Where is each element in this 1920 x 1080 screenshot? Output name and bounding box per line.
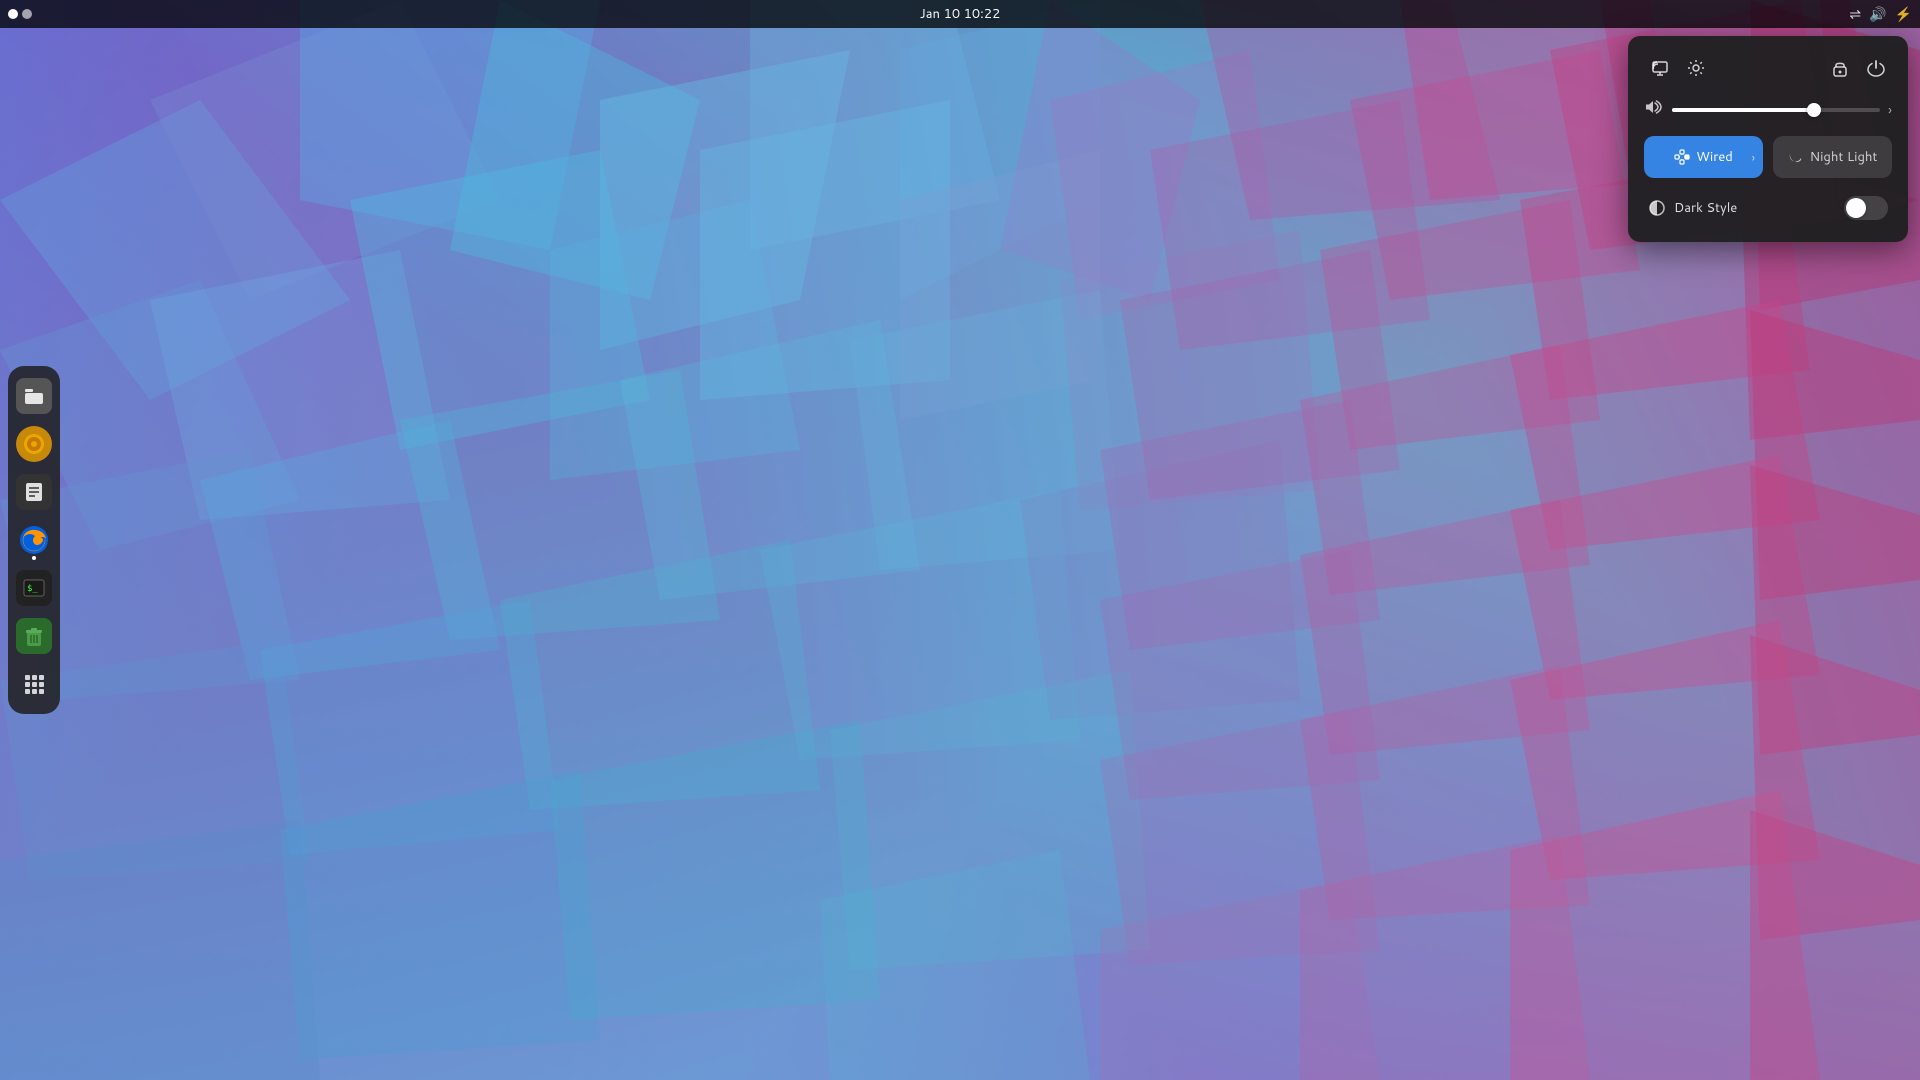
lock-icon bbox=[1832, 59, 1848, 77]
qs-lock-icon-btn[interactable] bbox=[1824, 52, 1856, 84]
settings-gear-icon bbox=[1687, 59, 1705, 77]
qs-wired-button[interactable]: Wired › bbox=[1644, 136, 1763, 178]
qs-top-row bbox=[1644, 52, 1892, 84]
topbar: Jan 10 10:22 ⇌ 🔊 ⚡ bbox=[0, 0, 1920, 28]
sidebar-item-apps-grid[interactable] bbox=[12, 662, 56, 706]
sidebar-item-media[interactable] bbox=[12, 422, 56, 466]
workspace-dot-1[interactable] bbox=[8, 9, 18, 19]
topbar-right-icons: ⇌ 🔊 ⚡ bbox=[1849, 4, 1912, 24]
clock-date: Jan 10 10:22 bbox=[920, 5, 1001, 23]
volume-expand-arrow[interactable]: › bbox=[1888, 100, 1892, 120]
battery-icon[interactable]: ⚡ bbox=[1895, 4, 1912, 24]
screen-cast-icon bbox=[1651, 59, 1669, 77]
contacts-icon bbox=[22, 480, 46, 504]
qs-right-icons bbox=[1824, 52, 1892, 84]
sidebar-item-files[interactable] bbox=[12, 374, 56, 418]
files-icon bbox=[22, 384, 46, 408]
wired-button-label: Wired bbox=[1696, 148, 1733, 166]
qs-settings-icon-btn[interactable] bbox=[1680, 52, 1712, 84]
volume-slider[interactable] bbox=[1672, 108, 1880, 112]
sidebar-item-terminal[interactable]: $_ bbox=[12, 566, 56, 610]
svg-text:$_: $_ bbox=[27, 584, 38, 594]
dark-style-label: Dark Style bbox=[1674, 199, 1737, 217]
speaker-icon bbox=[1644, 98, 1662, 116]
dark-style-left: Dark Style bbox=[1648, 199, 1737, 217]
qs-power-icon-btn[interactable] bbox=[1860, 52, 1892, 84]
volume-status-icon[interactable]: 🔊 bbox=[1869, 4, 1886, 24]
night-light-button-label: Night Light bbox=[1810, 148, 1878, 166]
volume-slider-thumb[interactable] bbox=[1807, 103, 1821, 117]
firefox-icon bbox=[18, 524, 50, 556]
qs-screen-icon-btn[interactable] bbox=[1644, 52, 1676, 84]
qs-volume-row: › bbox=[1644, 98, 1892, 122]
qs-dark-style-row: Dark Style bbox=[1644, 190, 1892, 226]
volume-slider-fill bbox=[1672, 108, 1814, 112]
sidebar-item-contacts[interactable] bbox=[12, 470, 56, 514]
power-icon bbox=[1867, 59, 1885, 77]
network-status-icon[interactable]: ⇌ bbox=[1849, 4, 1861, 24]
wired-button-arrow: › bbox=[1752, 149, 1755, 166]
dark-style-toggle[interactable] bbox=[1844, 196, 1888, 220]
sidebar-item-trash[interactable] bbox=[12, 614, 56, 658]
topbar-left bbox=[8, 9, 32, 19]
night-light-icon bbox=[1788, 149, 1804, 165]
quick-settings-panel: › Wired › Night Light bbox=[1628, 36, 1908, 242]
workspace-dots bbox=[8, 9, 32, 19]
workspace-dot-2[interactable] bbox=[22, 9, 32, 19]
apps-grid-icon bbox=[25, 675, 44, 694]
qs-left-icons bbox=[1644, 52, 1712, 84]
terminal-icon: $_ bbox=[22, 576, 46, 600]
qs-night-light-button[interactable]: Night Light bbox=[1773, 136, 1892, 178]
sidebar-dock: $_ bbox=[8, 366, 60, 714]
volume-icon bbox=[1644, 98, 1664, 122]
media-icon bbox=[23, 433, 45, 455]
sidebar-item-firefox[interactable] bbox=[12, 518, 56, 562]
wired-network-icon bbox=[1674, 149, 1690, 165]
datetime-label: Jan 10 10:22 bbox=[920, 5, 1001, 23]
dark-style-half-circle-icon bbox=[1648, 199, 1666, 217]
toggle-knob bbox=[1846, 198, 1866, 218]
qs-toggle-buttons-row: Wired › Night Light bbox=[1644, 136, 1892, 178]
trash-icon bbox=[21, 623, 47, 649]
